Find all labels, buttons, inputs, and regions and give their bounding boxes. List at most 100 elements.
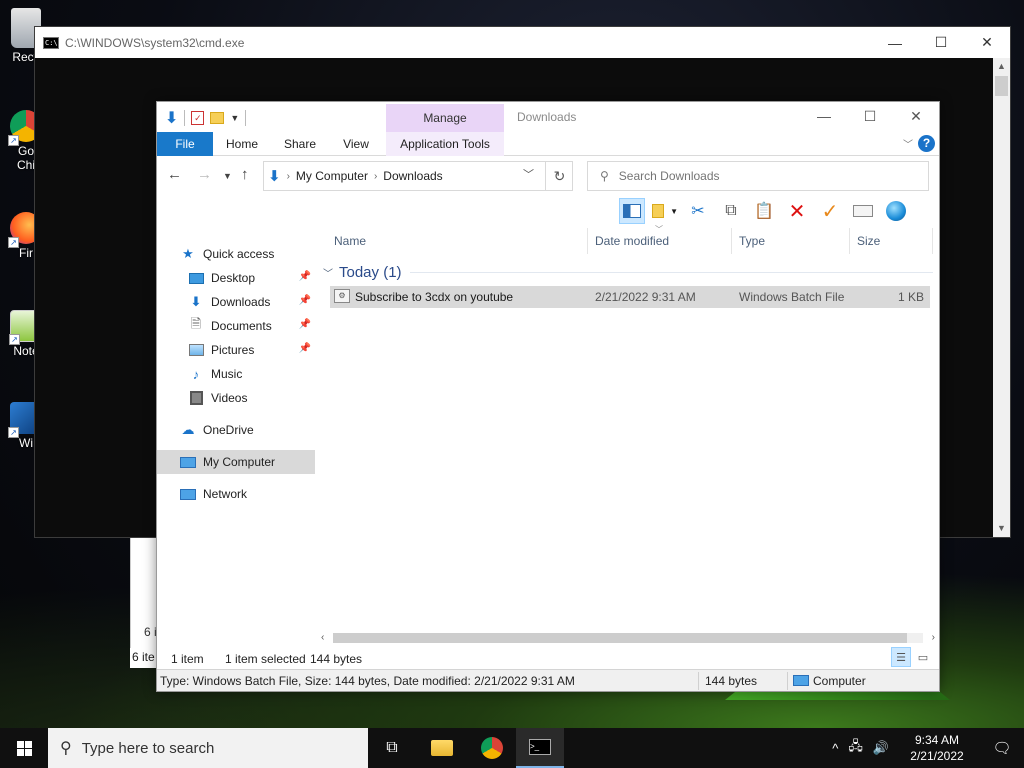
clock[interactable]: 9:34 AM 2/21/2022: [894, 732, 980, 764]
refresh-button[interactable]: ↻: [545, 161, 573, 191]
checkmark-button[interactable]: ✓: [817, 198, 843, 224]
taskbar-search-box[interactable]: ⚲ Type here to search: [48, 728, 368, 768]
customize-qat-icon[interactable]: ▼: [230, 113, 239, 123]
copy-button[interactable]: ⧉: [718, 198, 744, 224]
tab-view[interactable]: View: [331, 132, 381, 156]
collapse-chevron-icon: ﹀: [323, 268, 333, 280]
up-arrow-icon[interactable]: ↑: [241, 166, 249, 183]
tab-home[interactable]: Home: [215, 132, 269, 156]
close-button[interactable]: ✕: [893, 102, 939, 130]
download-arrow-icon[interactable]: ⬇: [165, 108, 178, 128]
delete-button[interactable]: ✕: [784, 198, 810, 224]
cmd-taskbar-button[interactable]: >_: [516, 728, 564, 768]
task-view-button[interactable]: ⧉: [368, 728, 416, 768]
details-view-button[interactable]: ☰: [891, 647, 911, 667]
start-button[interactable]: [0, 728, 48, 768]
show-hidden-icons-chevron-icon[interactable]: ^: [832, 741, 838, 756]
minimize-button[interactable]: —: [872, 27, 918, 58]
back-arrow-icon[interactable]: ←: [167, 166, 182, 183]
nav-pictures[interactable]: Pictures 📌: [157, 338, 315, 362]
toolbar-separator: [245, 110, 247, 126]
column-header-type[interactable]: Type: [732, 228, 850, 254]
selection-count: 1 item selected: [225, 652, 306, 666]
nav-downloads[interactable]: ⬇ Downloads 📌: [157, 290, 315, 314]
horizontal-scrollbar[interactable]: ‹ ›: [317, 630, 939, 646]
breadcrumb-separator-icon: ›: [373, 170, 378, 182]
scrollbar-thumb[interactable]: [995, 76, 1008, 96]
column-header-name[interactable]: Name: [327, 228, 588, 254]
task-view-icon: ⧉: [386, 739, 398, 756]
scroll-right-arrow-icon[interactable]: ›: [932, 630, 935, 646]
selection-size: 144 bytes: [310, 652, 363, 666]
file-type: Windows Batch File: [739, 290, 845, 304]
cmd-scrollbar[interactable]: ▲ ▼: [993, 58, 1010, 537]
file-explorer-window[interactable]: ⬇ ✓ ▼ Manage Downloads — ☐ ✕ File Home S…: [156, 101, 940, 692]
tab-application-tools[interactable]: Application Tools: [386, 132, 504, 156]
scroll-up-arrow-icon[interactable]: ▲: [993, 58, 1010, 75]
nav-desktop[interactable]: Desktop 📌: [157, 266, 315, 290]
checkmark-icon: ✓: [821, 200, 839, 223]
breadcrumb-my-computer[interactable]: My Computer: [296, 169, 368, 183]
cmd-titlebar[interactable]: C:\ C:\WINDOWS\system32\cmd.exe — ☐ ✕: [35, 27, 1010, 58]
item-count: 1 item: [171, 652, 204, 666]
address-dropdown-chevron-icon[interactable]: ﹀: [523, 166, 534, 182]
volume-icon[interactable]: 🔊: [873, 740, 889, 756]
maximize-button[interactable]: ☐: [918, 27, 964, 58]
group-header-today[interactable]: ﹀ Today (1): [321, 260, 933, 284]
nav-videos[interactable]: Videos: [157, 386, 315, 410]
new-folder-icon[interactable]: [210, 112, 225, 124]
large-icons-view-button[interactable]: ▭: [913, 647, 933, 667]
tab-share[interactable]: Share: [273, 132, 327, 156]
search-box[interactable]: ⚲: [587, 161, 929, 191]
window-title: Downloads: [517, 110, 577, 124]
desktop-icon: [187, 270, 205, 286]
forward-arrow-icon[interactable]: →: [197, 166, 212, 183]
globe-button[interactable]: [883, 198, 909, 224]
column-header-size[interactable]: Size: [850, 228, 933, 254]
nav-label: Quick access: [203, 247, 275, 261]
scroll-down-arrow-icon[interactable]: ▼: [993, 520, 1010, 537]
quick-access-toolbar: ⬇ ✓ ▼: [165, 108, 247, 128]
scroll-left-arrow-icon[interactable]: ‹: [321, 630, 324, 646]
file-row[interactable]: ⚙ Subscribe to 3cdx on youtube 2/21/2022…: [330, 286, 930, 308]
nav-my-computer[interactable]: My Computer: [157, 450, 315, 474]
explorer-titlebar[interactable]: ⬇ ✓ ▼ Manage Downloads — ☐ ✕: [157, 102, 939, 132]
recent-locations-chevron-icon[interactable]: ▼: [223, 171, 232, 181]
file-size: 1 KB: [897, 290, 924, 304]
nav-quick-access[interactable]: ★ Quick access: [157, 242, 315, 266]
chrome-icon: [481, 737, 503, 759]
nav-documents[interactable]: 🗎 Documents 📌: [157, 314, 315, 338]
help-icon[interactable]: ?: [918, 135, 935, 152]
toolbar-separator: [184, 110, 186, 126]
close-button[interactable]: ✕: [964, 27, 1010, 58]
properties-icon[interactable]: ✓: [191, 111, 205, 125]
scissors-icon: ✂: [691, 203, 705, 220]
clipboard-icon: 📋: [754, 203, 774, 220]
chrome-taskbar-button[interactable]: [468, 728, 516, 768]
preview-pane-button[interactable]: [619, 198, 645, 224]
clock-time: 9:34 AM: [914, 733, 960, 747]
network-icon[interactable]: 🖧: [848, 737, 863, 759]
pin-icon: 📌: [298, 271, 311, 282]
nav-music[interactable]: ♪ Music: [157, 362, 315, 386]
nav-network[interactable]: Network: [157, 482, 315, 506]
manage-tab[interactable]: Manage: [386, 104, 504, 132]
new-item-button[interactable]: ▼: [652, 198, 678, 224]
maximize-button[interactable]: ☐: [847, 102, 893, 130]
minimize-button[interactable]: —: [801, 102, 847, 130]
notifications-icon[interactable]: 🗨: [980, 739, 1024, 757]
search-input[interactable]: [618, 169, 899, 183]
tab-file[interactable]: File: [157, 132, 213, 156]
cut-button[interactable]: ✂: [685, 198, 711, 224]
expand-ribbon-chevron-icon[interactable]: ﹀: [903, 136, 913, 151]
file-explorer-taskbar-button[interactable]: [418, 728, 466, 768]
scrollbar-thumb[interactable]: [333, 633, 907, 643]
rename-button[interactable]: [850, 198, 876, 224]
paste-button[interactable]: 📋: [751, 198, 777, 224]
documents-icon: 🗎: [190, 316, 202, 331]
nav-onedrive[interactable]: ☁ OneDrive: [157, 418, 315, 442]
cmd-icon: >_: [529, 739, 551, 755]
breadcrumb-downloads[interactable]: Downloads: [383, 169, 442, 183]
explorer-window-controls: — ☐ ✕: [801, 102, 939, 130]
